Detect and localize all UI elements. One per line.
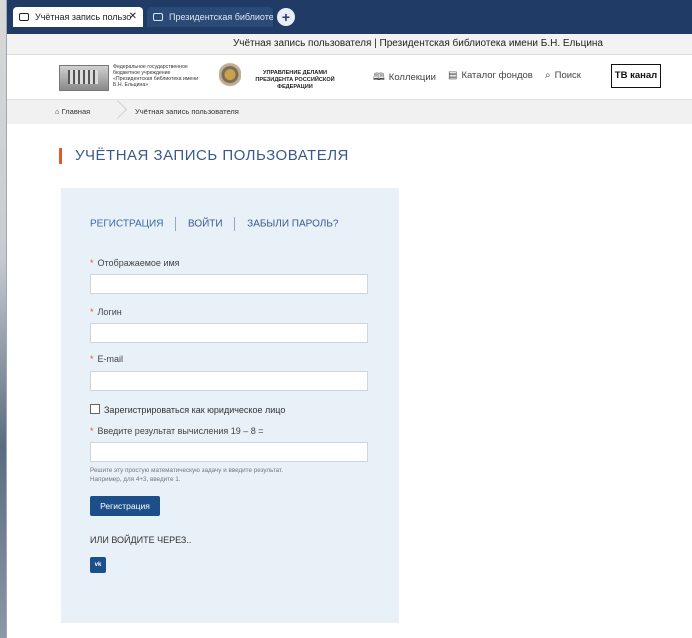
breadcrumb-home-label: Главная (61, 107, 91, 116)
register-button[interactable]: Регистрация (90, 496, 160, 516)
registration-form: РЕГИСТРАЦИЯ ВОЙТИ ЗАБЫЛИ ПАРОЛЬ? * Отобра… (61, 188, 399, 623)
nav-search[interactable]: ⌕ Поиск (545, 70, 581, 81)
nav-catalog-label: Каталог фондов (461, 70, 533, 81)
legal-entity-checkbox[interactable] (90, 404, 100, 414)
captcha-hint: Решите эту простую математическую задачу… (90, 466, 370, 484)
udp-text: УПРАВЛЕНИЕ ДЕЛАМИ ПРЕЗИДЕНТА РОССИЙСКОЙ … (255, 70, 335, 90)
breadcrumb-separator (117, 100, 129, 124)
required-mark: * (90, 426, 94, 436)
legal-entity-label: Зарегистрироваться как юридическое лицо (104, 405, 286, 415)
vk-login-button[interactable]: vk (90, 557, 106, 573)
page-icon (19, 13, 29, 21)
hint-line-2: Например, для 4+3, введите 1. (90, 476, 181, 483)
required-mark: * (90, 307, 94, 317)
page-title: УЧЁТНАЯ ЗАПИСЬ ПОЛЬЗОВАТЕЛЯ (59, 148, 349, 164)
breadcrumb: ⌂ Главная Учётная запись пользователя (7, 100, 692, 124)
tab-login[interactable]: ВОЙТИ (188, 219, 223, 230)
login-label: * Логин (90, 307, 122, 317)
display-name-text: Отображаемое имя (97, 258, 180, 268)
book-icon: 🕮 (373, 72, 385, 83)
new-tab-button[interactable]: + (277, 8, 295, 26)
search-icon: ⌕ (545, 70, 551, 81)
nav-collections-label: Коллекции (388, 72, 436, 83)
nav-search-label: Поиск (554, 70, 581, 81)
close-icon[interactable]: ✕ (129, 7, 137, 27)
login-input[interactable] (90, 323, 368, 343)
window-title: Учётная запись пользователя | Президентс… (7, 34, 692, 55)
tab-forgot-password[interactable]: ЗАБЫЛИ ПАРОЛЬ? (247, 219, 338, 230)
site-header: Федеральное государственное бюджетное уч… (7, 55, 692, 100)
email-label: * E-mail (90, 354, 123, 364)
email-text: E-mail (97, 354, 124, 364)
tv-channel-button[interactable]: ТВ канал (611, 64, 661, 88)
captcha-label: * Введите результат вычисления 19 – 8 = (90, 426, 264, 436)
tab-label: Учётная запись пользо (35, 12, 132, 22)
login-text: Логин (97, 307, 122, 317)
browser-window: Учётная запись пользо ✕ Президентская би… (6, 0, 692, 638)
required-mark: * (90, 258, 94, 268)
form-tabs: РЕГИСТРАЦИЯ ВОЙТИ ЗАБЫЛИ ПАРОЛЬ? (90, 217, 338, 231)
breadcrumb-current: Учётная запись пользователя (135, 107, 239, 116)
nav-collections[interactable]: 🕮 Коллекции (373, 70, 436, 87)
coat-of-arms-icon (219, 62, 241, 90)
tab-divider (175, 217, 177, 231)
tab-register[interactable]: РЕГИСТРАЦИЯ (90, 219, 163, 230)
breadcrumb-home[interactable]: ⌂ Главная (55, 100, 90, 124)
tab-library[interactable]: Президентская библиоте (147, 7, 273, 27)
home-icon: ⌂ (55, 107, 60, 116)
udp-label: УПРАВЛЕНИЕ ДЕЛАМИ ПРЕЗИДЕНТА РОССИЙСКОЙ … (247, 70, 343, 91)
display-name-label: * Отображаемое имя (90, 258, 180, 268)
social-login-heading: ИЛИ ВОЙДИТЕ ЧЕРЕЗ.. (90, 535, 192, 545)
tab-account[interactable]: Учётная запись пользо ✕ (13, 7, 143, 27)
tab-label: Президентская библиоте (169, 12, 273, 22)
captcha-text: Введите результат вычисления 19 – 8 = (97, 426, 264, 436)
hint-line-1: Решите эту простую математическую задачу… (90, 467, 283, 474)
page-icon (153, 13, 163, 21)
nav-catalog[interactable]: ▤ Каталог фондов (448, 70, 533, 81)
org-name: Федеральное государственное бюджетное уч… (113, 64, 199, 88)
email-input[interactable] (90, 371, 368, 391)
catalog-icon: ▤ (448, 70, 458, 81)
required-mark: * (90, 354, 94, 364)
tab-divider (234, 217, 236, 231)
browser-tab-bar: Учётная запись пользо ✕ Президентская би… (7, 0, 692, 34)
display-name-input[interactable] (90, 274, 368, 294)
library-logo[interactable] (59, 65, 109, 91)
captcha-input[interactable] (90, 442, 368, 462)
legal-entity-option[interactable]: Зарегистрироваться как юридическое лицо (90, 404, 285, 415)
